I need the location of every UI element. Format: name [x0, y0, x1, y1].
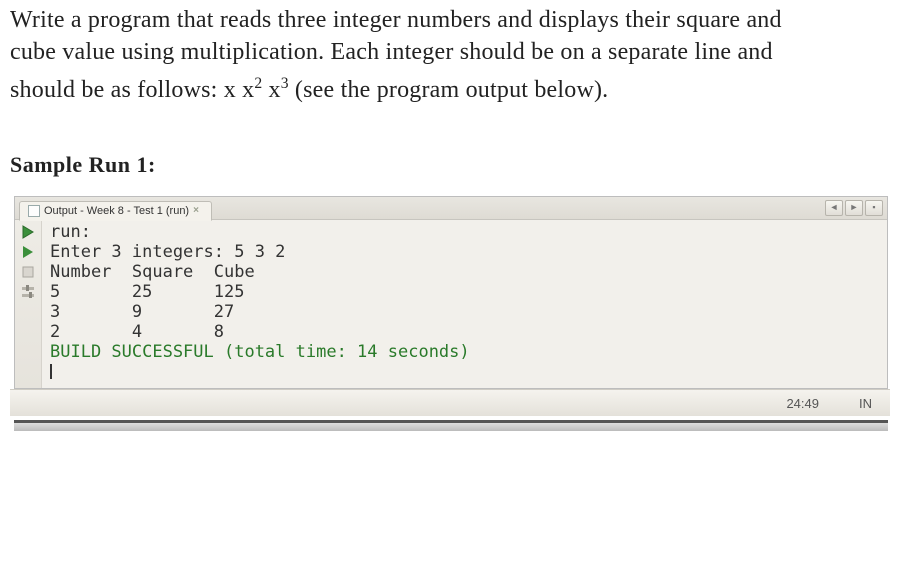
status-bar: 24:49 IN [10, 389, 890, 416]
stop-icon[interactable] [20, 264, 36, 280]
nav-more-button[interactable]: ▪ [865, 200, 883, 216]
problem-statement: Write a program that reads three integer… [10, 4, 890, 106]
settings-icon[interactable] [20, 284, 36, 300]
close-tab-icon[interactable]: × [193, 206, 203, 216]
tab-bar: Output - Week 8 - Test 1 (run) × ◄ ► ▪ [15, 197, 887, 220]
console-output[interactable]: run: Enter 3 integers: 5 3 2 Number Squa… [42, 220, 887, 388]
superscript-3: 3 [281, 75, 289, 92]
output-tab[interactable]: Output - Week 8 - Test 1 (run) × [19, 201, 212, 221]
prompt-line-3-mid: x [262, 77, 280, 103]
text-cursor [50, 364, 53, 379]
tab-nav-controls: ◄ ► ▪ [825, 200, 883, 216]
prompt-line-3-suffix: (see the program output below). [289, 77, 609, 103]
console-line-run: run: [50, 222, 91, 242]
console-toolbar [15, 220, 42, 388]
console-body: run: Enter 3 integers: 5 3 2 Number Squa… [15, 220, 887, 388]
nav-prev-button[interactable]: ◄ [825, 200, 843, 216]
status-time: 24:49 [786, 396, 819, 411]
nav-next-button[interactable]: ► [845, 200, 863, 216]
rerun-alt-icon[interactable] [20, 244, 36, 260]
prompt-line-3-prefix: should be as follows: x x [10, 77, 254, 103]
output-tab-title: Output - Week 8 - Test 1 (run) [44, 202, 189, 220]
rerun-icon[interactable] [20, 224, 36, 240]
output-pane-icon [28, 205, 40, 217]
ide-output-panel: Output - Week 8 - Test 1 (run) × ◄ ► ▪ r… [14, 196, 888, 389]
prompt-line-2: cube value using multiplication. Each in… [10, 39, 773, 65]
scrollbar-track[interactable] [14, 420, 888, 431]
status-mode: IN [859, 396, 872, 411]
console-line-build: BUILD SUCCESSFUL (total time: 14 seconds… [50, 342, 470, 362]
console-line-row-2: 3 9 27 [50, 302, 234, 322]
console-line-row-3: 2 4 8 [50, 322, 224, 342]
console-line-header: Number Square Cube [50, 262, 255, 282]
console-line-input: Enter 3 integers: 5 3 2 [50, 242, 285, 262]
prompt-line-1: Write a program that reads three integer… [10, 7, 782, 33]
console-line-row-1: 5 25 125 [50, 282, 244, 302]
sample-run-heading: Sample Run 1: [10, 152, 890, 178]
